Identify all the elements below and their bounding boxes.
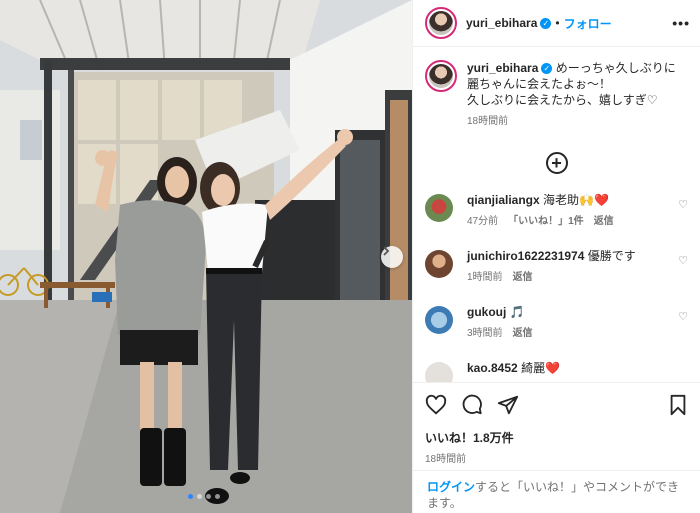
follow-button[interactable]: フォロー xyxy=(564,15,612,32)
next-arrow-icon xyxy=(383,246,390,256)
comments-list[interactable]: yuri_ebihara ✓ めーっちゃ久しぶりに 麗ちゃんに会えたよぉ〜！ 久し… xyxy=(413,48,700,382)
comment-time: 47分前 xyxy=(467,216,499,227)
comment-item: gukouj 🎵 3時間前 返信 ♡ xyxy=(425,304,688,346)
caption-timestamp: 18時間前 xyxy=(467,116,509,127)
comment-likes[interactable]: 「いいね！」1件 xyxy=(508,214,584,230)
reply-button[interactable]: 返信 xyxy=(513,270,533,286)
reply-button[interactable]: 返信 xyxy=(513,326,533,342)
reply-button[interactable]: 返信 xyxy=(594,214,614,230)
post-side-panel: yuri_ebihara ✓ • フォロー ••• yuri_ebihara ✓ … xyxy=(412,0,700,513)
comment-item: junichiro1622231974 優勝です 1時間前 返信 ♡ xyxy=(425,248,688,290)
commenter-username[interactable]: junichiro1622231974 xyxy=(467,249,584,263)
comment-item: kao.8452 綺麗❤️ xyxy=(425,360,688,382)
comment-time: 1時間前 xyxy=(467,272,503,283)
carousel-dot xyxy=(215,494,220,499)
caption-avatar[interactable] xyxy=(425,60,457,92)
commenter-username[interactable]: gukouj xyxy=(467,305,506,319)
carousel-dot xyxy=(188,494,193,499)
commenter-avatar[interactable] xyxy=(425,362,453,382)
comment-item: qianjialiangx 海老助🙌❤️ 47分前 「いいね！」1件 返信 ♡ xyxy=(425,192,688,234)
caption-line-2: 麗ちゃんに会えたよぉ〜！ xyxy=(467,77,612,91)
caption-line-1: めーっちゃ久しぶりに xyxy=(555,61,676,75)
commenter-username[interactable]: kao.8452 xyxy=(467,361,518,375)
commenter-avatar[interactable] xyxy=(425,250,453,278)
comment-time: 3時間前 xyxy=(467,328,503,339)
comment-text: 🎵 xyxy=(509,305,525,319)
photo-illustration xyxy=(0,0,412,513)
caption-line-3: 久しぶりに会えたから、嬉しすぎ♡ xyxy=(467,93,658,107)
header-separator: • xyxy=(555,16,560,30)
post-timestamp: 18時間前 xyxy=(425,454,467,465)
comment-heart-icon[interactable]: ♡ xyxy=(678,198,688,234)
post-caption: yuri_ebihara ✓ めーっちゃ久しぶりに 麗ちゃんに会えたよぉ〜！ 久し… xyxy=(425,60,688,130)
comment-text: 綺麗❤️ xyxy=(521,361,561,375)
carousel-dot xyxy=(206,494,211,499)
login-link[interactable]: ログイン xyxy=(427,480,475,494)
heart-icon[interactable] xyxy=(425,394,447,416)
share-icon[interactable] xyxy=(497,394,519,416)
author-username[interactable]: yuri_ebihara xyxy=(466,16,537,30)
carousel-indicator xyxy=(188,494,220,499)
comment-icon[interactable] xyxy=(461,394,483,416)
likes-count[interactable]: いいね！1.8万件 xyxy=(425,429,688,446)
author-avatar[interactable] xyxy=(425,7,457,39)
next-slide-button[interactable] xyxy=(381,246,403,268)
comment-heart-icon[interactable]: ♡ xyxy=(678,254,688,290)
comment-text: 優勝です xyxy=(587,249,636,263)
verified-badge-icon: ✓ xyxy=(541,63,553,75)
load-more-comments[interactable]: + xyxy=(425,152,688,174)
comment-text: 海老助🙌❤️ xyxy=(543,193,609,207)
post-actions: いいね！1.8万件 18時間前 xyxy=(413,382,700,465)
verified-badge-icon: ✓ xyxy=(540,17,552,29)
plus-circle-icon[interactable]: + xyxy=(545,152,568,174)
commenter-avatar[interactable] xyxy=(425,306,453,334)
post-photo[interactable] xyxy=(0,0,412,513)
commenter-username[interactable]: qianjialiangx xyxy=(467,193,540,207)
caption-username[interactable]: yuri_ebihara xyxy=(467,61,538,75)
post-header: yuri_ebihara ✓ • フォロー ••• xyxy=(413,0,700,47)
more-options-button[interactable]: ••• xyxy=(672,15,690,31)
commenter-avatar[interactable] xyxy=(425,194,453,222)
carousel-dot xyxy=(197,494,202,499)
bookmark-icon[interactable] xyxy=(668,394,688,416)
login-prompt: ログインすると「いいね！」やコメントができます。 xyxy=(413,470,700,513)
comment-heart-icon[interactable]: ♡ xyxy=(678,310,688,346)
